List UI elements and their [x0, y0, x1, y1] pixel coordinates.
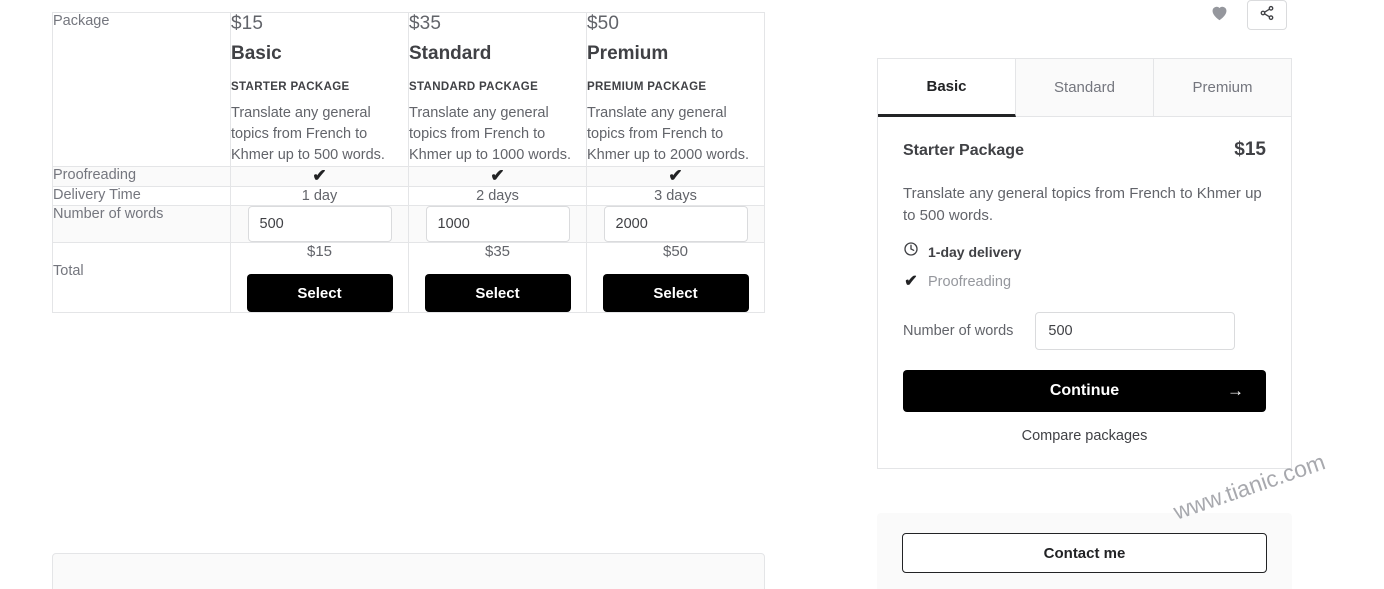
package-card-header: Starter Package $15 [903, 139, 1266, 161]
row-label-package: Package [52, 12, 231, 167]
table-row-number-of-words: Number of words [52, 205, 765, 243]
package-card-description: Translate any general topics from French… [903, 185, 1262, 224]
package-subtitle: STANDARD PACKAGE [409, 81, 539, 93]
delivery-value: 3 days [654, 188, 697, 204]
check-icon: ✔ [312, 166, 327, 185]
total-cell-standard: $35 Select [408, 242, 587, 313]
arrow-right-icon: → [1227, 381, 1244, 400]
delivery-premium: 3 days [586, 186, 765, 206]
delivery-value: 2 days [476, 188, 519, 204]
total-cell-premium: $50 Select [586, 242, 765, 313]
table-row-package: Package $15 Basic STARTER PACKAGE Transl… [52, 12, 765, 167]
select-button-standard[interactable]: Select [424, 274, 571, 312]
words-input-standard[interactable] [425, 206, 570, 242]
delivery-text: 1-day delivery [928, 243, 1022, 260]
words-input[interactable] [1035, 312, 1236, 350]
total-price: $35 [484, 243, 511, 260]
package-price: $15 [231, 13, 264, 34]
words-label: Number of words [903, 323, 1014, 339]
package-card-price: $15 [1234, 139, 1266, 160]
package-header-premium: $50 Premium PREMIUM PACKAGE Translate an… [586, 12, 765, 167]
package-card-title: Starter Package [903, 142, 1024, 159]
total-cell-basic: $15 Select [230, 242, 409, 313]
words-cell-premium [586, 205, 765, 243]
feature-row-proofreading: ✔ Proofreading [903, 273, 1266, 291]
favorite-button[interactable] [1205, 1, 1233, 29]
table-row-total: Total $15 Select $35 Select $50 Select [53, 242, 765, 313]
package-description: Translate any general topics from French… [409, 105, 572, 163]
continue-label: Continue [1049, 382, 1120, 399]
words-input-premium[interactable] [603, 206, 748, 242]
tab-standard[interactable]: Standard [1016, 59, 1154, 117]
package-card-body: Starter Package $15 Translate any genera… [878, 117, 1291, 468]
check-icon: ✔ [904, 273, 918, 290]
package-name: Standard [409, 43, 492, 64]
continue-button[interactable]: Continue → [903, 370, 1266, 412]
select-button-basic[interactable]: Select [246, 274, 393, 312]
delivery-standard: 2 days [408, 186, 587, 206]
share-button[interactable] [1247, 0, 1287, 30]
row-label-total: Total [53, 263, 84, 279]
delivery-value: 1 day [301, 188, 338, 204]
package-card: Basic Standard Premium Starter Package $… [877, 58, 1292, 469]
row-label-number-of-words: Number of words [52, 205, 231, 243]
table-row-delivery-time: Delivery Time 1 day 2 days 3 days [52, 186, 765, 206]
package-subtitle: PREMIUM PACKAGE [587, 81, 707, 93]
delivery-basic: 1 day [230, 186, 409, 206]
total-price: $15 [306, 243, 333, 260]
proofreading-basic: ✔ [230, 166, 409, 187]
tab-basic[interactable]: Basic [878, 59, 1016, 117]
package-comparison-table: Package $15 Basic STARTER PACKAGE Transl… [52, 12, 765, 313]
package-name: Premium [587, 43, 669, 64]
select-button-premium[interactable]: Select [602, 274, 749, 312]
contact-panel: Contact me [877, 513, 1292, 589]
total-price: $50 [662, 243, 689, 260]
row-label-delivery-time: Delivery Time [52, 186, 231, 206]
words-input-basic[interactable] [247, 206, 392, 242]
contact-me-button[interactable]: Contact me [902, 533, 1267, 573]
package-description: Translate any general topics from French… [231, 105, 385, 163]
proofreading-standard: ✔ [408, 166, 587, 187]
proofreading-premium: ✔ [586, 166, 765, 187]
package-description: Translate any general topics from French… [587, 105, 750, 163]
delivery-row: 1-day delivery [903, 241, 1266, 262]
package-name: Basic [231, 43, 282, 64]
feature-text: Proofreading [928, 274, 1012, 290]
table-row-proofreading: Proofreading ✔ ✔ ✔ [52, 166, 765, 187]
heart-icon [1210, 4, 1229, 26]
share-icon [1259, 5, 1275, 26]
side-panel: Basic Standard Premium Starter Package $… [877, 58, 1292, 469]
check-icon: ✔ [490, 166, 505, 185]
bottom-empty-panel [52, 553, 765, 589]
top-actions [1205, 0, 1287, 30]
check-icon: ✔ [668, 166, 683, 185]
pricing-page: Package $15 Basic STARTER PACKAGE Transl… [0, 0, 1384, 589]
tab-premium[interactable]: Premium [1154, 59, 1291, 117]
package-header-standard: $35 Standard STANDARD PACKAGE Translate … [408, 12, 587, 167]
package-header-basic: $15 Basic STARTER PACKAGE Translate any … [230, 12, 409, 167]
row-label-proofreading: Proofreading [52, 166, 231, 187]
words-row: Number of words [903, 312, 1266, 350]
package-subtitle: STARTER PACKAGE [231, 81, 350, 93]
package-tabs: Basic Standard Premium [878, 59, 1291, 117]
compare-packages-link[interactable]: Compare packages [903, 428, 1266, 444]
words-cell-standard [408, 205, 587, 243]
package-price: $50 [587, 13, 620, 34]
clock-icon [903, 241, 919, 262]
words-cell-basic [230, 205, 409, 243]
package-price: $35 [409, 13, 442, 34]
